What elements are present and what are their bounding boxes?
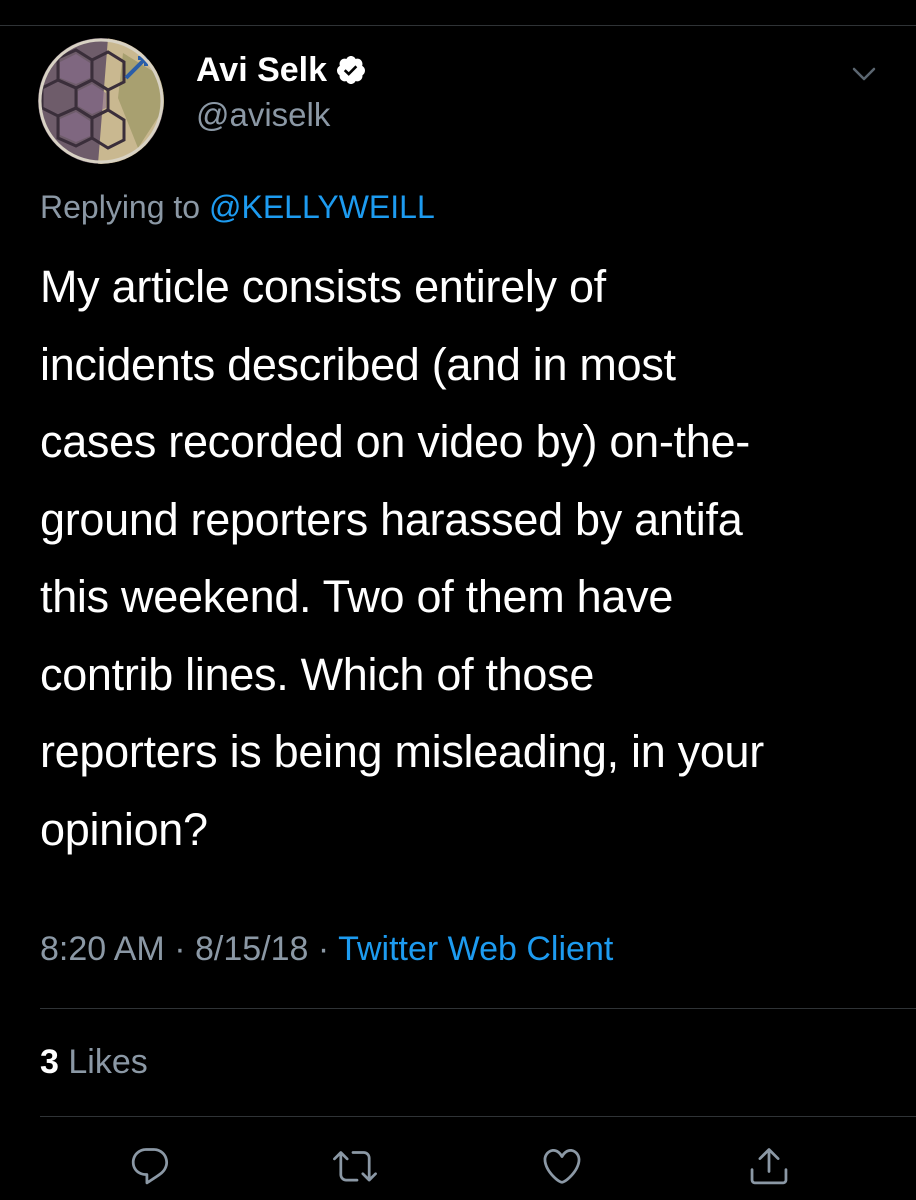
tweet-meta: 8:20 AM · 8/15/18 · Twitter Web Client bbox=[40, 927, 613, 971]
tweet-text-line: My article consists entirely of bbox=[40, 261, 606, 312]
replying-to-label: Replying to bbox=[40, 189, 201, 225]
tweet-text-line: this weekend. Two of them have bbox=[40, 571, 674, 622]
heart-icon bbox=[543, 1148, 581, 1184]
tweet-time[interactable]: 8:20 AM bbox=[40, 930, 165, 968]
retweet-button[interactable] bbox=[329, 1140, 381, 1192]
tweet-text: My article consists entirely of incident… bbox=[40, 248, 890, 868]
avatar-image bbox=[38, 38, 164, 164]
avatar[interactable] bbox=[38, 38, 164, 164]
divider bbox=[40, 1116, 916, 1117]
tweet-text-line: contrib lines. Which of those bbox=[40, 648, 595, 700]
replying-to-mention-link[interactable]: @KELLYWEILL bbox=[209, 189, 435, 225]
meta-separator: · bbox=[317, 930, 330, 968]
display-name[interactable]: Avi Selk bbox=[196, 50, 367, 90]
retweet-icon bbox=[333, 1151, 377, 1182]
tweet-text-line: opinion? bbox=[40, 803, 208, 855]
top-divider bbox=[0, 25, 916, 26]
tweet-date[interactable]: 8/15/18 bbox=[195, 930, 308, 968]
tweet-text-line: incidents described (and in most bbox=[40, 338, 676, 390]
verified-badge-icon bbox=[335, 54, 367, 86]
reply-button[interactable] bbox=[124, 1140, 176, 1192]
tweet-text-line: reporters is being misleading, in your bbox=[40, 726, 764, 777]
share-icon bbox=[750, 1148, 788, 1185]
like-button[interactable] bbox=[536, 1140, 588, 1192]
likes-stat[interactable]: 3 Likes bbox=[40, 1040, 148, 1084]
replying-to-line: Replying to @KELLYWEILL bbox=[40, 185, 435, 229]
share-button[interactable] bbox=[743, 1140, 795, 1192]
display-name-text: Avi Selk bbox=[196, 51, 328, 89]
meta-separator: · bbox=[174, 930, 186, 968]
user-handle[interactable]: @aviselk bbox=[196, 95, 330, 135]
reply-icon bbox=[131, 1148, 169, 1185]
likes-label: Likes bbox=[68, 1043, 148, 1081]
tweet-text-line: cases recorded on video by) on-the- bbox=[40, 416, 750, 467]
divider bbox=[40, 1008, 916, 1009]
tweet-source-link[interactable]: Twitter Web Client bbox=[338, 930, 613, 968]
tweet-text-line: ground reporters harassed by antifa bbox=[40, 493, 743, 545]
chevron-down-icon[interactable] bbox=[846, 56, 882, 92]
likes-count: 3 bbox=[40, 1043, 59, 1081]
